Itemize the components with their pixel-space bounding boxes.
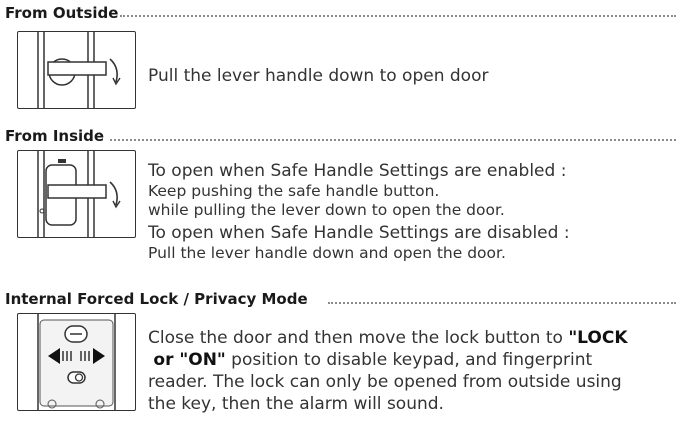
dotted-leader	[110, 139, 676, 141]
inside-lever-illustration	[17, 150, 136, 238]
instruction-line: Keep pushing the safe handle button.	[148, 182, 440, 200]
privacy-instructions: Close the door and then move the lock bu…	[148, 327, 681, 415]
instruction-line: Close the door and then move the lock bu…	[148, 327, 681, 349]
heading-text: Internal Forced Lock / Privacy Mode	[5, 290, 308, 308]
instruction-line: or "ON" position to disable keypad, and …	[148, 349, 681, 371]
heading-text: From Inside	[5, 127, 105, 145]
lock-keyword: "LOCK	[568, 328, 628, 348]
instruction-line: while pulling the lever down to open the…	[148, 201, 505, 219]
instruction-line: reader. The lock can only be opened from…	[148, 372, 622, 392]
lock-button-icon	[37, 314, 116, 410]
on-keyword: or "ON"	[153, 350, 226, 370]
section-heading-privacy: Internal Forced Lock / Privacy Mode	[5, 290, 308, 308]
section-heading-inside: From Inside	[5, 127, 104, 145]
line-text: position to disable keypad, and fingerpr…	[225, 350, 593, 370]
outside-instructions: Pull the lever handle down to open door	[148, 65, 488, 87]
line-text: Close the door and then move the lock bu…	[148, 328, 569, 348]
instruction-line: the key, then the alarm will sound.	[148, 394, 444, 414]
heading-text: From Outside	[5, 4, 119, 22]
inside-instructions: To open when Safe Handle Settings are en…	[148, 160, 570, 263]
privacy-lock-illustration	[17, 313, 136, 411]
inside-handle-icon	[37, 151, 121, 237]
outside-lever-illustration	[17, 31, 136, 109]
instruction-line: To open when Safe Handle Settings are en…	[148, 161, 567, 181]
dotted-leader	[328, 302, 676, 304]
door-handle-icon	[37, 32, 121, 108]
section-heading-outside: From Outside	[5, 4, 118, 22]
dotted-leader	[120, 15, 676, 17]
instruction-line: Pull the lever handle down to open door	[148, 66, 489, 86]
instruction-line: To open when Safe Handle Settings are di…	[148, 223, 570, 243]
instruction-line: Pull the lever handle down and open the …	[148, 244, 506, 262]
